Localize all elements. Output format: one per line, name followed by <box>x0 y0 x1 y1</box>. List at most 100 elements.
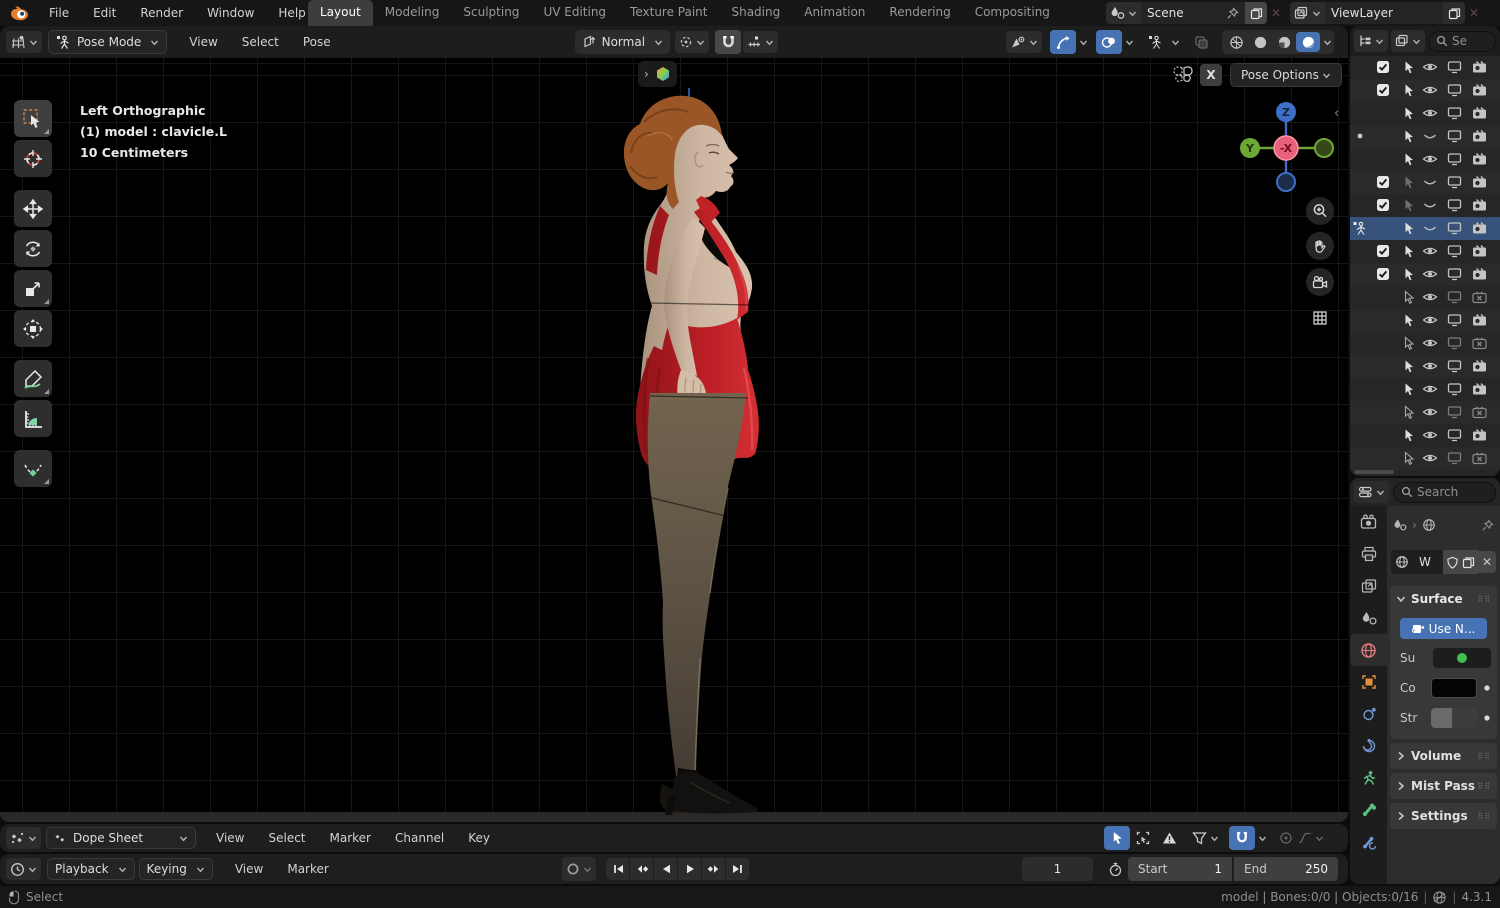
disable-render-icon[interactable] <box>1472 152 1487 166</box>
panel-settings[interactable]: Settings ⠿⠿ <box>1390 803 1497 829</box>
outliner-row-10[interactable] <box>1350 286 1500 309</box>
menu-file[interactable]: File <box>37 0 81 26</box>
pose-options-popover[interactable]: Pose Options <box>1230 63 1342 87</box>
selectable-toggle[interactable] <box>1402 382 1416 397</box>
sidebar-collapse-arrow[interactable]: ‹ <box>1334 106 1339 121</box>
tool-pose-breakdowner[interactable] <box>14 450 52 487</box>
disable-render-icon[interactable] <box>1472 290 1487 304</box>
shading-wireframe-button[interactable] <box>1224 32 1248 52</box>
outliner-row-4[interactable] <box>1350 148 1500 171</box>
disable-viewport-icon[interactable] <box>1447 244 1462 258</box>
timeline-editor-dropdown[interactable] <box>6 858 41 880</box>
scene-name-field[interactable]: Scene <box>1141 2 1245 24</box>
expand-arrow-icon[interactable]: › <box>644 67 649 81</box>
disable-viewport-icon[interactable] <box>1447 428 1462 442</box>
outliner-row-2[interactable] <box>1350 102 1500 125</box>
disable-render-icon[interactable] <box>1472 428 1487 442</box>
hide-eye-icon[interactable] <box>1422 428 1438 442</box>
properties-tab-output[interactable] <box>1350 538 1387 570</box>
workspace-tab-compositing[interactable]: Compositing <box>963 0 1062 26</box>
frame-end-field[interactable]: End 250 <box>1234 857 1338 881</box>
properties-type-dropdown[interactable] <box>1354 481 1389 503</box>
outliner-row-1[interactable] <box>1350 79 1500 102</box>
dopesheet-menu-marker[interactable]: Marker <box>318 825 383 851</box>
viewlayer-new-button[interactable] <box>1443 2 1465 24</box>
disable-viewport-icon[interactable] <box>1447 175 1462 189</box>
outliner-search-input[interactable]: Se <box>1428 30 1496 52</box>
outliner-row-8[interactable] <box>1350 240 1500 263</box>
gizmo-neg-y-axis[interactable] <box>1314 138 1334 158</box>
workspace-tab-rendering[interactable]: Rendering <box>877 0 962 26</box>
dopesheet-menu-key[interactable]: Key <box>456 825 502 851</box>
disable-render-icon[interactable] <box>1472 175 1487 189</box>
perspective-toggle-button[interactable] <box>1306 304 1334 332</box>
disable-render-icon[interactable] <box>1472 451 1487 465</box>
chevron-down-icon[interactable] <box>1079 38 1088 47</box>
camera-view-button[interactable] <box>1306 268 1334 296</box>
disable-render-icon[interactable] <box>1472 244 1487 258</box>
pin-icon[interactable] <box>1226 6 1239 20</box>
chevron-down-icon[interactable] <box>1323 38 1332 47</box>
duplicate-icon[interactable] <box>1462 556 1475 569</box>
panel-grip[interactable]: ⠿⠿ <box>1477 595 1491 604</box>
dopesheet-menu-view[interactable]: View <box>204 825 256 851</box>
outliner-row-16[interactable] <box>1350 424 1500 447</box>
workspace-tab-texture-paint[interactable]: Texture Paint <box>618 0 719 26</box>
dopesheet-editor-dropdown[interactable] <box>6 827 41 849</box>
xray-toggle[interactable] <box>1188 30 1214 54</box>
properties-tab-data[interactable] <box>1350 762 1387 794</box>
world-name-field[interactable]: W <box>1413 550 1443 574</box>
world-browse-dropdown[interactable] <box>1391 550 1413 574</box>
character-model[interactable] <box>0 58 1348 822</box>
hide-eye-closed-icon[interactable] <box>1422 129 1438 143</box>
viewlayer-remove-button[interactable]: ✕ <box>1465 2 1483 24</box>
collection-checkbox[interactable] <box>1376 267 1390 281</box>
selectable-toggle[interactable] <box>1402 313 1416 328</box>
outliner-row-9[interactable] <box>1350 263 1500 286</box>
hide-eye-icon[interactable] <box>1422 267 1438 281</box>
disable-viewport-icon[interactable] <box>1447 336 1462 350</box>
selectable-toggle[interactable] <box>1402 244 1416 259</box>
disable-viewport-icon[interactable] <box>1447 129 1462 143</box>
selectable-toggle[interactable] <box>1402 451 1416 466</box>
disable-viewport-icon[interactable] <box>1447 382 1462 396</box>
outliner-row-11[interactable] <box>1350 309 1500 332</box>
timeline-menu-marker[interactable]: Marker <box>275 856 340 882</box>
play-button[interactable] <box>678 858 701 880</box>
disable-viewport-icon[interactable] <box>1447 359 1462 373</box>
mirror-x-butterfly-icon[interactable] <box>1172 65 1194 85</box>
chevron-down-icon[interactable] <box>1171 38 1180 47</box>
disable-viewport-icon[interactable] <box>1447 267 1462 281</box>
disable-viewport-icon[interactable] <box>1447 451 1462 465</box>
properties-tab-render[interactable] <box>1350 506 1387 538</box>
next-keyframe-button[interactable] <box>702 858 725 880</box>
workspace-tab-sculpting[interactable]: Sculpting <box>451 0 531 26</box>
zoom-button[interactable] <box>1306 197 1334 225</box>
snap-toggle[interactable] <box>715 30 742 54</box>
panel-volume[interactable]: Volume ⠿⠿ <box>1390 743 1497 769</box>
hide-eye-icon[interactable] <box>1422 83 1438 97</box>
selectable-toggle[interactable] <box>1402 198 1416 213</box>
workspace-tab-shading[interactable]: Shading <box>719 0 792 26</box>
chevron-down-icon[interactable] <box>1125 38 1134 47</box>
disable-viewport-icon[interactable] <box>1447 152 1462 166</box>
use-preview-range-toggle[interactable] <box>1102 857 1128 881</box>
properties-tab-bone-constraints[interactable] <box>1350 826 1387 858</box>
workspace-tab-uv-editing[interactable]: UV Editing <box>531 0 618 26</box>
blender-logo-icon[interactable] <box>10 5 29 21</box>
show-gizmos-toggle[interactable] <box>1050 30 1076 54</box>
outliner-row-17[interactable] <box>1350 447 1500 470</box>
disable-render-icon[interactable] <box>1472 336 1487 350</box>
world-unlink-button[interactable]: ✕ <box>1478 551 1496 573</box>
disable-viewport-icon[interactable] <box>1447 83 1462 97</box>
pivot-point-dropdown[interactable] <box>675 31 710 53</box>
strength-slider[interactable] <box>1431 708 1477 728</box>
workspace-tab-modeling[interactable]: Modeling <box>373 0 452 26</box>
disable-viewport-icon[interactable] <box>1447 198 1462 212</box>
armature-object-icon[interactable] <box>1353 221 1368 236</box>
selectable-toggle[interactable] <box>1402 83 1416 98</box>
disable-viewport-icon[interactable] <box>1447 313 1462 327</box>
disable-viewport-icon[interactable] <box>1447 106 1462 120</box>
outliner-row-15[interactable] <box>1350 401 1500 424</box>
hide-eye-icon[interactable] <box>1422 152 1438 166</box>
